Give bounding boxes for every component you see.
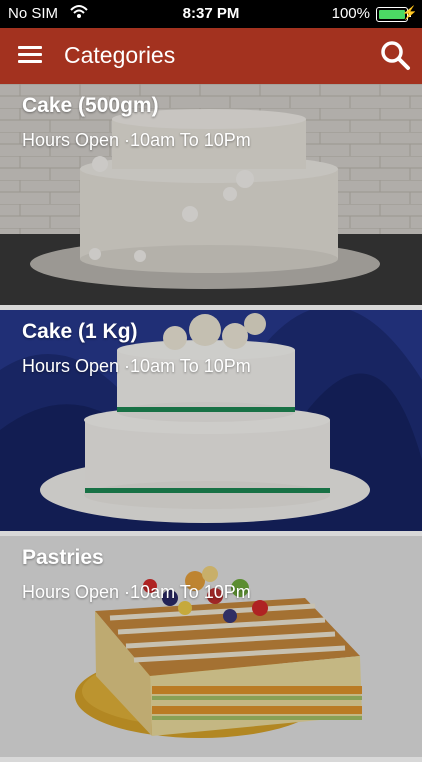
category-list: Cake (500gm) Hours Open ·10am To 10Pm Ca… (0, 84, 422, 762)
category-title: Cake (1 Kg) (22, 320, 138, 343)
page-title: Categories (64, 42, 176, 68)
category-card[interactable]: Cake (1 Kg) Hours Open ·10am To 10Pm (0, 310, 422, 531)
category-hours: Hours Open ·10am To 10Pm (22, 582, 251, 602)
category-card[interactable]: Cake (500gm) Hours Open ·10am To 10Pm (0, 84, 422, 305)
search-icon[interactable] (378, 38, 412, 72)
category-card[interactable]: Pastries Hours Open ·10am To 10Pm (0, 536, 422, 757)
bolt-icon: ⚡ (401, 5, 418, 20)
hamburger-menu-icon[interactable] (18, 44, 44, 66)
category-title: Cake (500gm) (22, 94, 159, 117)
category-hours: Hours Open ·10am To 10Pm (22, 356, 251, 376)
battery-percent: 100% (331, 5, 370, 22)
category-hours: Hours Open ·10am To 10Pm (22, 130, 251, 150)
status-bar: No SIM 8:37 PM 100% ⚡ (0, 0, 422, 28)
category-title: Pastries (22, 546, 104, 569)
navigation-bar: Categories (0, 28, 422, 84)
